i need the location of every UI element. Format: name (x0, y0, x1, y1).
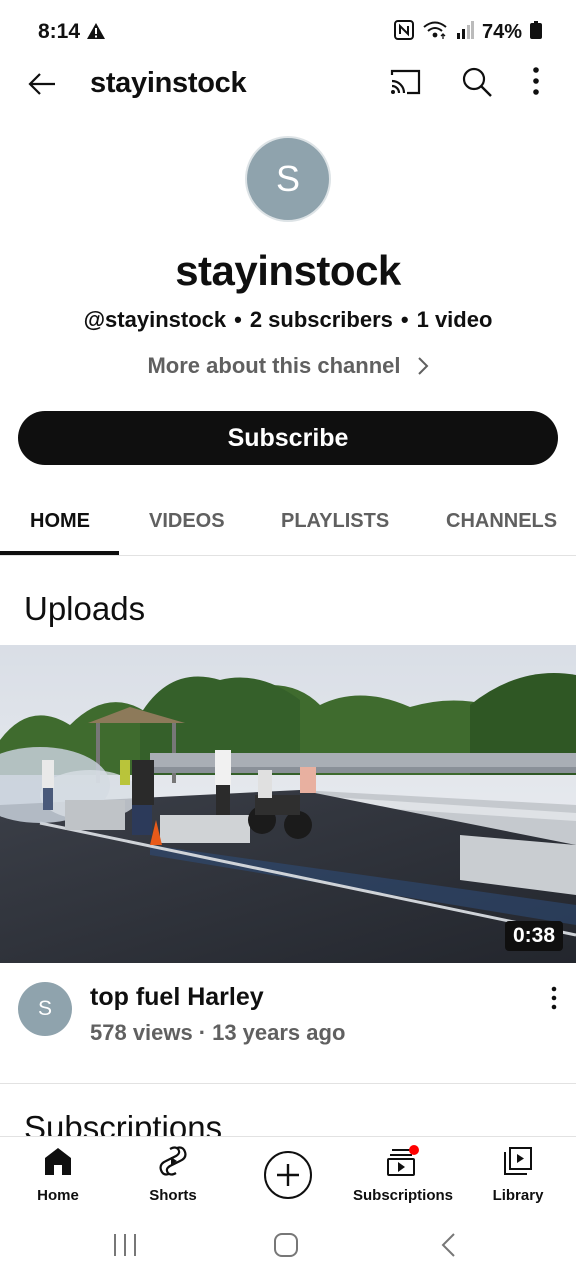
video-meta: 578 views · 13 years ago (90, 1020, 345, 1046)
more-about-label: More about this channel (147, 353, 401, 378)
search-icon (462, 67, 492, 97)
video-list-item[interactable]: S top fuel Harley 578 views · 13 years ago (0, 980, 576, 1070)
video-more-button[interactable] (548, 985, 564, 1013)
status-time: 8:14 (38, 20, 81, 43)
status-icons: 74% (393, 20, 542, 45)
channel-tabs: HOME VIDEOS PLAYLISTS CHANNELS (0, 488, 576, 556)
bottom-navigation: Home Shorts Subscriptions Library (0, 1136, 576, 1214)
library-icon (504, 1147, 532, 1175)
home-system-icon (274, 1233, 298, 1257)
create-button[interactable] (264, 1151, 312, 1199)
video-age: 13 years ago (212, 1020, 346, 1045)
tab-channels[interactable]: CHANNELS (446, 510, 557, 533)
video-count: 1 video (416, 307, 493, 332)
nav-subscriptions-label: Subscriptions (352, 1187, 453, 1204)
subscriptions-icon (387, 1145, 419, 1176)
search-button[interactable] (461, 66, 497, 102)
home-system-button[interactable] (270, 1230, 302, 1260)
back-button[interactable] (24, 66, 60, 102)
nav-subscriptions[interactable]: Subscriptions (348, 1143, 458, 1209)
home-filled-icon (45, 1148, 71, 1175)
notification-dot (409, 1145, 419, 1155)
shorts-icon (159, 1146, 187, 1176)
channel-avatar[interactable]: S (245, 136, 331, 222)
subscribe-button[interactable]: Subscribe (18, 411, 558, 465)
channel-meta: @stayinstock • 2 subscribers • 1 video (0, 307, 576, 333)
subscriptions-section-title: Subscriptions (24, 1109, 223, 1138)
subscriber-count: 2 subscribers (249, 307, 393, 332)
back-system-icon (441, 1233, 455, 1257)
nav-home-label: Home (37, 1187, 79, 1204)
more-about-channel-link[interactable]: More about this channel (0, 353, 576, 379)
more-options-button[interactable] (530, 66, 554, 102)
video-views: 578 views (90, 1020, 193, 1045)
tab-home[interactable]: HOME (30, 510, 90, 533)
video-channel-avatar[interactable]: S (18, 982, 72, 1036)
cast-button[interactable] (388, 68, 424, 100)
channel-handle: @stayinstock (83, 307, 227, 332)
active-tab-indicator (0, 551, 119, 555)
status-bar: 8:14 74% (0, 0, 576, 64)
more-vert-icon (551, 986, 557, 1010)
nfc-icon (393, 20, 414, 45)
chevron-right-icon (417, 357, 428, 375)
system-navigation-bar (0, 1214, 576, 1280)
video-thumbnail[interactable]: 0:38 (0, 645, 576, 963)
uploads-section-title: Uploads (24, 590, 146, 627)
thumbnail-image (0, 645, 576, 963)
cast-icon (390, 69, 421, 95)
wifi-icon (422, 20, 448, 45)
back-system-button[interactable] (436, 1230, 460, 1260)
meta-separator: • (400, 307, 409, 332)
recent-apps-icon (114, 1234, 136, 1256)
video-duration: 0:38 (504, 921, 563, 951)
meta-separator: • (234, 307, 242, 332)
nav-home[interactable]: Home (3, 1143, 113, 1209)
meta-separator: · (198, 1020, 207, 1045)
section-divider (0, 1083, 576, 1084)
app-title: stayinstock (90, 67, 247, 99)
tab-playlists[interactable]: PLAYLISTS (281, 510, 389, 533)
nav-library[interactable]: Library (463, 1143, 573, 1209)
nav-shorts-label: Shorts (149, 1187, 197, 1204)
video-title[interactable]: top fuel Harley (90, 983, 264, 1012)
create-plus-icon (277, 1164, 299, 1186)
recent-apps-button[interactable] (110, 1230, 140, 1260)
more-vert-icon (533, 67, 539, 95)
warning-icon (86, 22, 106, 45)
battery-icon (530, 21, 542, 44)
nav-library-label: Library (492, 1187, 544, 1204)
channel-name: stayinstock (175, 247, 401, 294)
nav-shorts[interactable]: Shorts (118, 1143, 228, 1209)
battery-percent: 74% (481, 21, 522, 43)
tab-videos[interactable]: VIDEOS (149, 510, 225, 533)
signal-icon (456, 21, 474, 44)
app-bar: stayinstock (0, 56, 576, 112)
arrow-left-icon (28, 73, 55, 95)
